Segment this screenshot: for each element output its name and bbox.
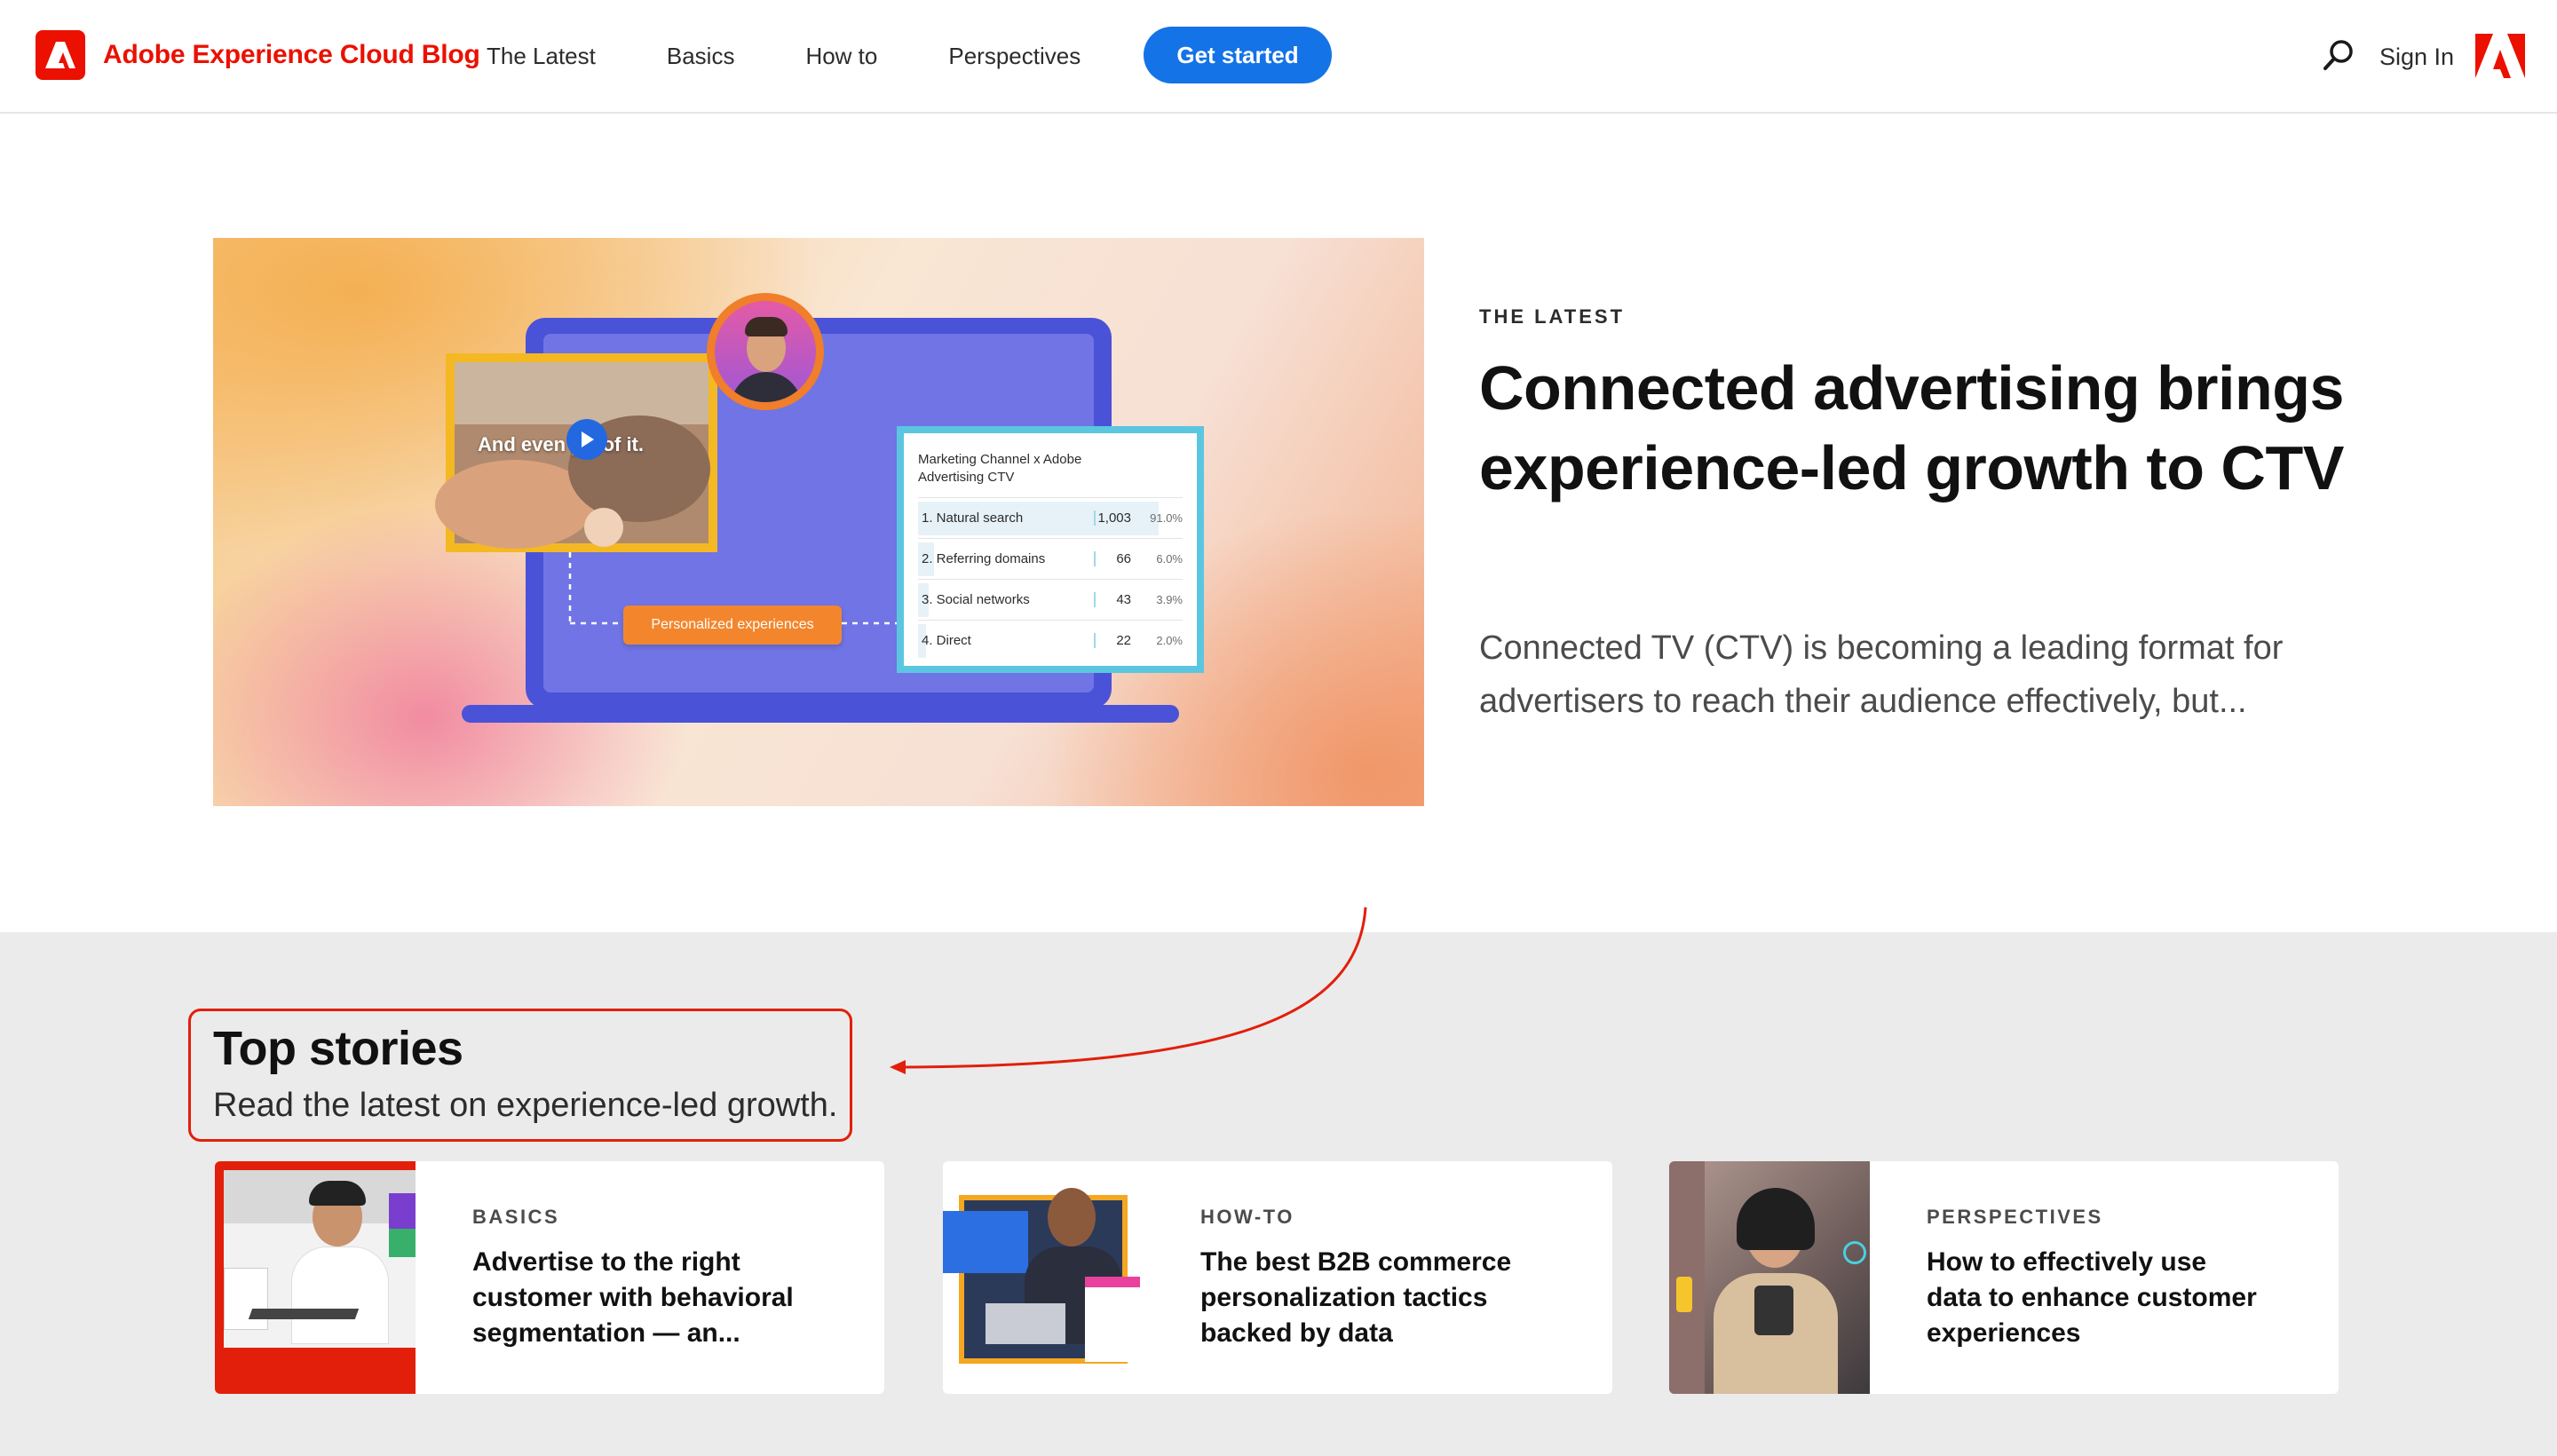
channel-value: 22 xyxy=(1094,633,1140,648)
site-header: Adobe Experience Cloud Blog The Latest B… xyxy=(0,0,2557,114)
nav-the-latest[interactable]: The Latest xyxy=(487,36,596,76)
adobe-logo-icon xyxy=(36,30,85,80)
hero-eyebrow: THE LATEST xyxy=(1479,305,1626,328)
main-nav: The Latest Basics How to Perspectives xyxy=(487,36,1152,76)
card-title: The best B2B commerce personalization ta… xyxy=(1200,1247,1512,1348)
hero-title[interactable]: Connected advertising brings experience-… xyxy=(1479,348,2367,508)
channel-table-card: Marketing Channel x Adobe Advertising CT… xyxy=(897,426,1204,673)
play-icon[interactable] xyxy=(566,419,607,460)
channel-value: 66 xyxy=(1094,551,1140,566)
section-title: Top stories xyxy=(213,1022,463,1075)
channel-label: 1. Natural search xyxy=(922,510,1024,526)
nav-perspectives[interactable]: Perspectives xyxy=(948,36,1081,76)
channel-label: 4. Direct xyxy=(922,633,971,648)
channel-row: 4. Direct 22 2.0% xyxy=(918,620,1183,661)
story-card[interactable]: PERSPECTIVES How to effectively use data… xyxy=(1669,1161,2339,1394)
channel-percent: 3.9% xyxy=(1156,593,1183,606)
hero-description: Connected TV (CTV) is becoming a leading… xyxy=(1479,629,2284,720)
channel-percent: 2.0% xyxy=(1156,634,1183,647)
story-card[interactable]: BASICS Advertise to the right customer w… xyxy=(215,1161,884,1394)
brand-link[interactable]: Adobe Experience Cloud Blog xyxy=(36,30,480,80)
card-eyebrow: PERSPECTIVES xyxy=(1927,1206,2103,1228)
search-icon[interactable] xyxy=(2319,36,2358,75)
channel-percent: 91.0% xyxy=(1150,511,1183,525)
channel-value: 43 xyxy=(1094,592,1140,607)
personalized-experiences-tag: Personalized experiences xyxy=(623,605,842,645)
story-card[interactable]: HOW-TO The best B2B commerce personaliza… xyxy=(943,1161,1612,1394)
story-thumbnail xyxy=(1669,1161,1870,1394)
channel-row: 3. Social networks 43 3.9% xyxy=(918,579,1183,620)
hero-image[interactable]: And even proof it. Personalized experien… xyxy=(213,238,1424,806)
table-title: Marketing Channel x Adobe Advertising CT… xyxy=(918,452,1082,485)
channel-label: 3. Social networks xyxy=(922,592,1030,607)
story-thumbnail xyxy=(215,1161,416,1394)
channel-value: 1,003 xyxy=(1094,510,1140,526)
get-started-button[interactable]: Get started xyxy=(1144,27,1332,83)
channel-row: 2. Referring domains 66 6.0% xyxy=(918,538,1183,579)
channel-label: 2. Referring domains xyxy=(922,551,1046,566)
brand-name: Adobe Experience Cloud Blog xyxy=(103,40,480,69)
section-subtitle: Read the latest on experience-led growth… xyxy=(213,1087,838,1124)
nav-how-to[interactable]: How to xyxy=(805,36,877,76)
card-eyebrow: BASICS xyxy=(472,1206,560,1228)
adobe-mark-icon[interactable] xyxy=(2475,34,2525,78)
sign-in-link[interactable]: Sign In xyxy=(2379,39,2454,75)
avatar xyxy=(707,293,824,410)
card-title: How to effectively use data to enhance c… xyxy=(1927,1247,2257,1348)
nav-basics[interactable]: Basics xyxy=(667,36,735,76)
story-thumbnail xyxy=(943,1161,1144,1394)
card-eyebrow: HOW-TO xyxy=(1200,1206,1294,1228)
card-title: Advertise to the right customer with beh… xyxy=(472,1247,794,1348)
video-caption: And even proof it. xyxy=(478,433,644,455)
channel-row: 1. Natural search 1,003 91.0% xyxy=(918,497,1183,538)
channel-percent: 6.0% xyxy=(1156,552,1183,566)
